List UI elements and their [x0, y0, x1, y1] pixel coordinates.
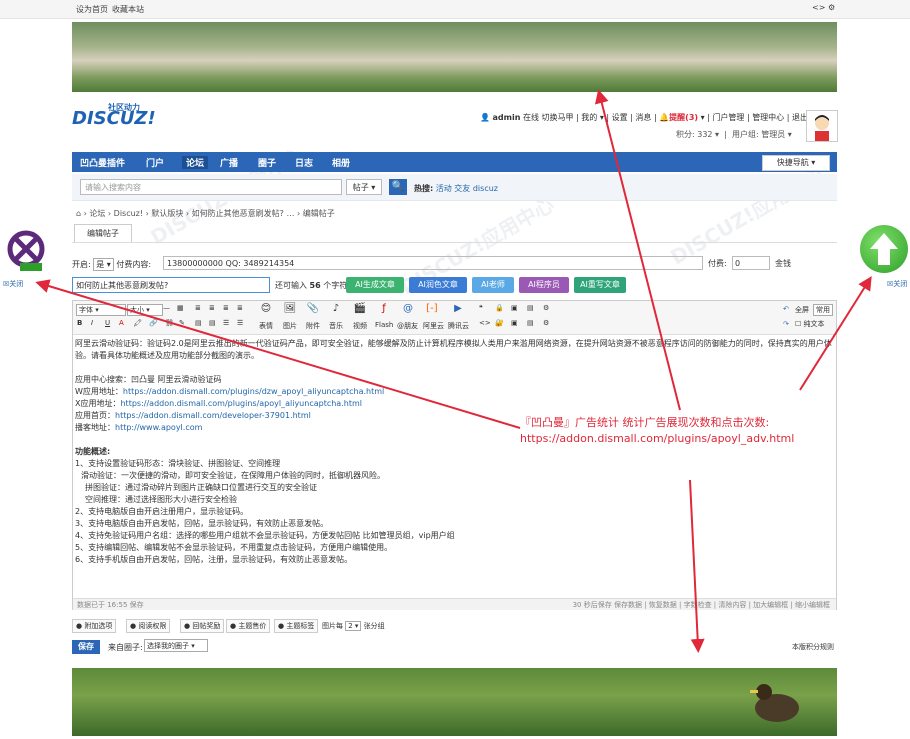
annotation-arrows: [35, 89, 872, 653]
ad-annotation: 『凹凸曼』广告统计 统计广告展现次数和点击次数: https://addon.d…: [520, 416, 795, 445]
